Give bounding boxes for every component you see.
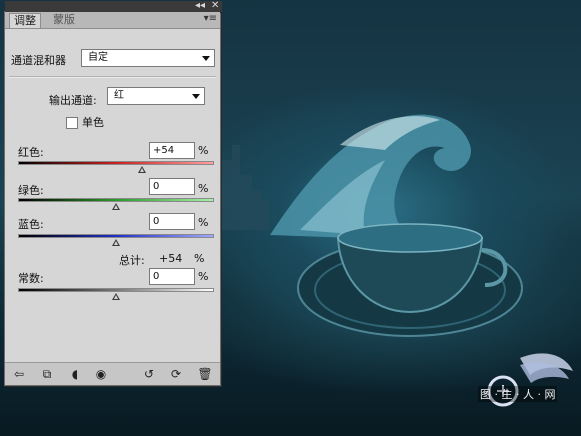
output-channel-value: 红 bbox=[114, 90, 124, 101]
channel-mixer-label: 通道混和器 bbox=[11, 54, 66, 67]
trash-icon[interactable]: 🗑 bbox=[197, 366, 213, 382]
reset-previous-icon[interactable]: ↺ bbox=[141, 366, 157, 382]
red-value-input[interactable]: +54 bbox=[149, 142, 195, 159]
total-unit: % bbox=[194, 252, 205, 265]
blue-value-input[interactable]: 0 bbox=[149, 213, 195, 230]
monochrome-checkbox[interactable] bbox=[66, 117, 78, 129]
preset-select[interactable]: 自定 bbox=[81, 49, 215, 67]
back-arrow-icon[interactable]: ⇦ bbox=[11, 366, 27, 382]
blue-slider-track[interactable] bbox=[18, 234, 214, 238]
expand-view-icon[interactable]: ⧉ bbox=[39, 366, 55, 382]
output-channel-label: 输出通道: bbox=[49, 94, 97, 107]
constant-value-input[interactable]: 0 bbox=[149, 268, 195, 285]
city-skyline bbox=[222, 145, 270, 230]
blue-slider-thumb[interactable] bbox=[112, 239, 120, 246]
adjustments-panel: ◂◂ ✕ 调整 蒙版 ▾≡ 通道混和器 自定 输出通道: 红 单色 红色: +5… bbox=[4, 0, 222, 386]
green-unit: % bbox=[198, 182, 209, 195]
red-slider-thumb[interactable] bbox=[138, 166, 147, 173]
green-slider-track[interactable] bbox=[18, 198, 214, 202]
red-slider-track[interactable] bbox=[18, 161, 214, 165]
divider bbox=[9, 76, 216, 78]
green-value-input[interactable]: 0 bbox=[149, 178, 195, 195]
visibility-eye-icon[interactable]: ◉ bbox=[93, 366, 109, 382]
chevron-down-icon bbox=[202, 56, 210, 61]
total-value: +54 bbox=[159, 252, 183, 265]
constant-slider-track[interactable] bbox=[18, 288, 214, 292]
red-unit: % bbox=[198, 144, 209, 157]
constant-slider-thumb[interactable] bbox=[112, 293, 120, 300]
blue-label: 蓝色: bbox=[18, 218, 44, 231]
panel-footer-toolbar: ⇦ ⧉ ◖ ◉ ↺ ⟳ 🗑 bbox=[5, 362, 220, 385]
watermark-text: 图 · 生 · 人 · 网 bbox=[478, 386, 558, 402]
tab-adjustments[interactable]: 调整 bbox=[9, 13, 41, 28]
panel-menu-icon[interactable]: ▾≡ bbox=[204, 13, 217, 24]
preset-value: 自定 bbox=[88, 52, 108, 63]
output-channel-select[interactable]: 红 bbox=[107, 87, 205, 105]
red-label: 红色: bbox=[18, 146, 44, 159]
constant-label: 常数: bbox=[18, 272, 44, 285]
green-slider-thumb[interactable] bbox=[112, 203, 120, 210]
constant-unit: % bbox=[198, 270, 209, 283]
blue-unit: % bbox=[198, 216, 209, 229]
double-chevron-left-icon[interactable]: ◂◂ bbox=[195, 0, 205, 11]
clip-layer-icon[interactable]: ◖ bbox=[67, 366, 83, 382]
tab-masks[interactable]: 蒙版 bbox=[49, 13, 79, 27]
close-icon[interactable]: ✕ bbox=[211, 0, 219, 11]
monochrome-label: 单色 bbox=[82, 116, 104, 129]
total-label: 总计: bbox=[119, 254, 145, 267]
chevron-down-icon bbox=[192, 94, 200, 99]
panel-tab-bar: 调整 蒙版 ▾≡ bbox=[5, 12, 220, 29]
green-label: 绿色: bbox=[18, 184, 44, 197]
reset-icon[interactable]: ⟳ bbox=[168, 366, 184, 382]
